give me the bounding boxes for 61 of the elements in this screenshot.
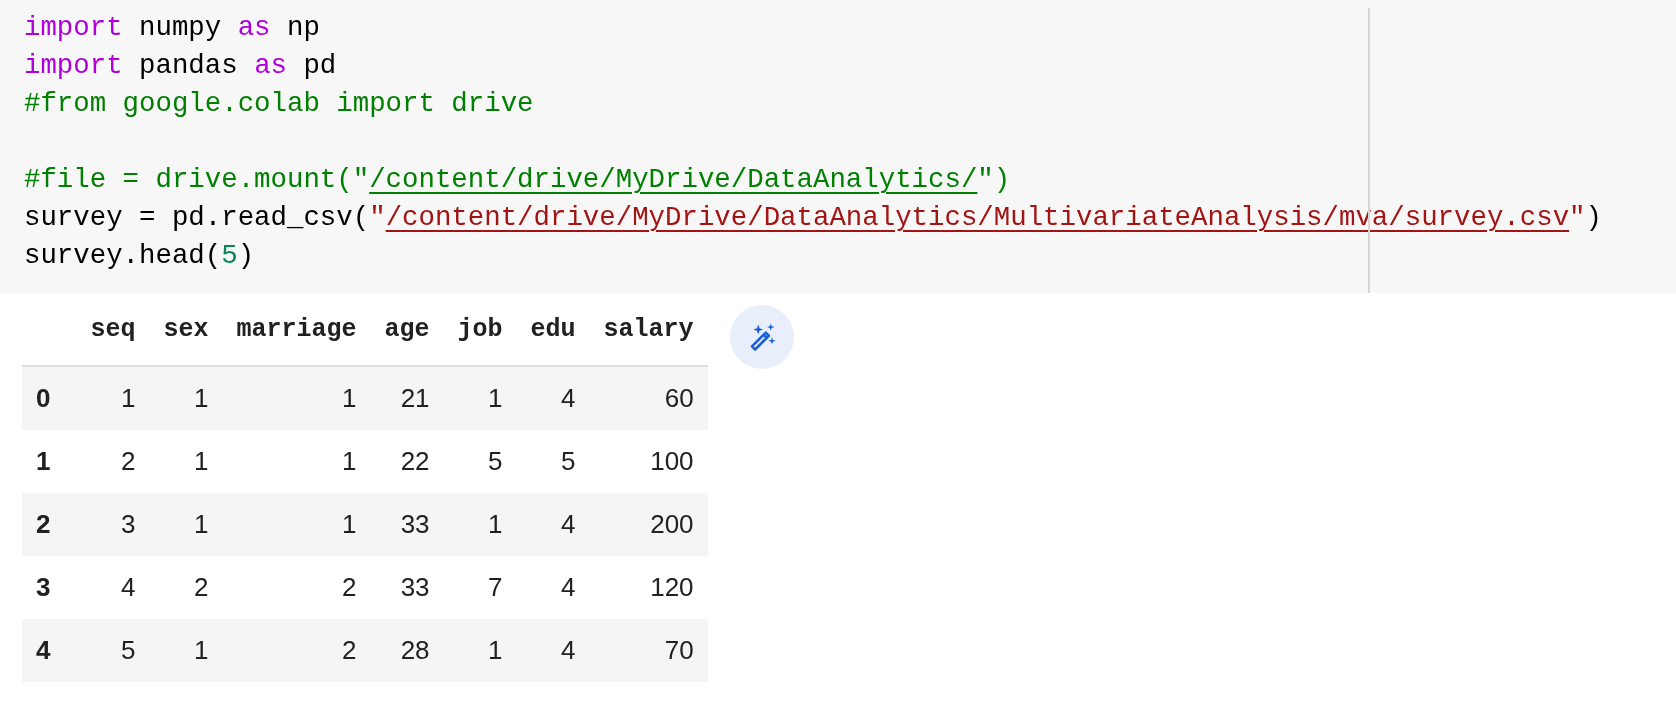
code-comment: ") bbox=[977, 164, 1011, 195]
code-comment: #from google.colab import drive bbox=[24, 88, 534, 119]
row-index: 2 bbox=[22, 493, 77, 556]
table-cell: 100 bbox=[589, 430, 708, 493]
table-cell: 33 bbox=[370, 556, 444, 619]
table-cell: 1 bbox=[443, 493, 517, 556]
code-text: survey = pd.read_csv( bbox=[24, 202, 370, 233]
table-cell: 1 bbox=[149, 493, 223, 556]
table-cell: 2 bbox=[222, 556, 371, 619]
table-cell: 22 bbox=[370, 430, 444, 493]
table-cell: 4 bbox=[516, 366, 590, 430]
number-literal: 5 bbox=[221, 240, 238, 271]
keyword: import bbox=[24, 50, 123, 81]
code-text: np bbox=[286, 12, 320, 43]
code-text: survey.head( bbox=[24, 240, 222, 271]
table-cell: 2 bbox=[149, 556, 223, 619]
table-cell: 7 bbox=[443, 556, 517, 619]
table-cell: 70 bbox=[589, 619, 708, 682]
table-cell: 200 bbox=[589, 493, 708, 556]
row-index: 0 bbox=[22, 366, 77, 430]
table-cell: 2 bbox=[76, 430, 150, 493]
code-text: ) bbox=[237, 240, 255, 271]
row-index: 3 bbox=[22, 556, 77, 619]
code-text: ) bbox=[1585, 202, 1602, 233]
table-cell: 4 bbox=[516, 556, 590, 619]
table-cell: 5 bbox=[76, 619, 150, 682]
path-link[interactable]: /content/drive/MyDrive/DataAnalytics/MultivariateAnalysis/mva/survey.csv bbox=[385, 202, 1570, 233]
table-cell: 1 bbox=[222, 430, 371, 493]
table-cell: 1 bbox=[149, 430, 223, 493]
row-index: 1 bbox=[22, 430, 77, 493]
table-cell: 5 bbox=[516, 430, 590, 493]
code-text: pd bbox=[302, 50, 337, 81]
string-quote: " bbox=[369, 202, 386, 233]
table-cell: 1 bbox=[149, 619, 223, 682]
row-index: 4 bbox=[22, 619, 77, 682]
table-cell: 1 bbox=[222, 493, 371, 556]
table-cell: 21 bbox=[370, 366, 444, 430]
table-cell: 60 bbox=[589, 366, 708, 430]
table-cell: 1 bbox=[222, 366, 371, 430]
table-cell: 4 bbox=[516, 619, 590, 682]
table-cell: 28 bbox=[370, 619, 444, 682]
string-quote: " bbox=[1569, 202, 1586, 233]
table-cell: 3 bbox=[76, 493, 150, 556]
code-cell[interactable] bbox=[0, 0, 1676, 293]
code-text: pandas bbox=[138, 50, 239, 81]
keyword: as bbox=[237, 12, 271, 43]
table-cell: 1 bbox=[149, 366, 223, 430]
table-cell: 2 bbox=[222, 619, 371, 682]
keyword: as bbox=[254, 50, 287, 81]
keyword: import bbox=[24, 12, 123, 43]
code-text: numpy bbox=[138, 12, 223, 43]
code-comment: #file = drive.mount(" bbox=[24, 164, 370, 195]
table-cell: 33 bbox=[370, 493, 444, 556]
table-cell: 120 bbox=[589, 556, 708, 619]
table-cell: 5 bbox=[443, 430, 517, 493]
table-cell: 4 bbox=[76, 556, 150, 619]
path-link[interactable]: /content/drive/MyDrive/DataAnalytics/ bbox=[369, 164, 978, 195]
table-cell: 1 bbox=[76, 366, 150, 430]
table-cell: 1 bbox=[443, 366, 517, 430]
table-cell: 1 bbox=[443, 619, 517, 682]
table-cell: 4 bbox=[516, 493, 590, 556]
